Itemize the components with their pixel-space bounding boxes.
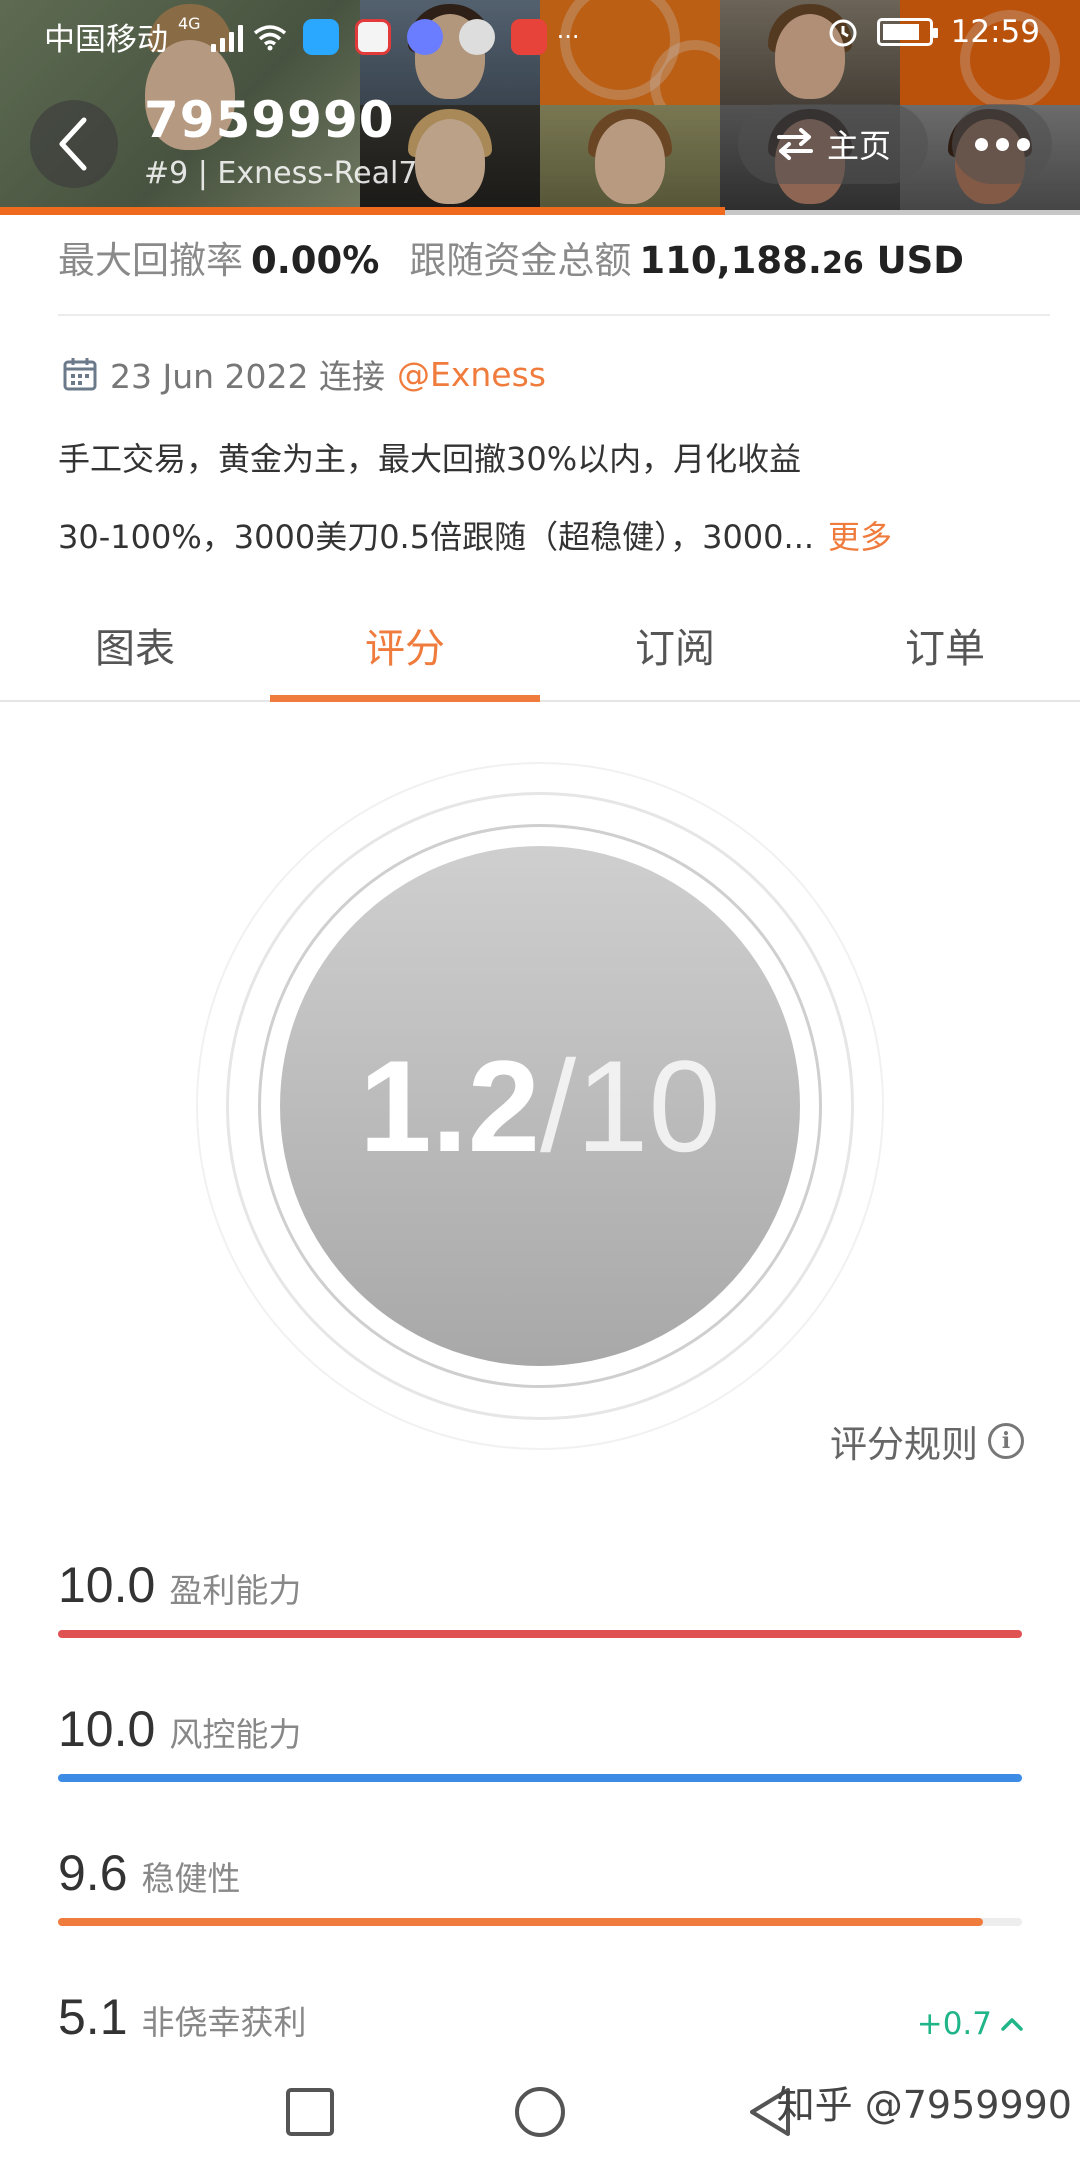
metric-fill (58, 1630, 1022, 1638)
metric-fill (58, 1918, 984, 1926)
title-block: 7959990 #9 | Exness-Real7 (144, 92, 417, 191)
stats-row: 最大回撤率 0.00% 跟随资金总额 110,188.26 USD (58, 230, 964, 284)
broker-link[interactable]: @Exness (397, 355, 546, 394)
chevron-up-icon (1001, 2018, 1023, 2031)
metric-value: 10.0 (58, 1701, 156, 1757)
signal-icon (210, 22, 243, 52)
tab-rating[interactable]: 评分 (270, 590, 540, 702)
score-circle: 1.2/10 (196, 762, 884, 1450)
calendar-icon (63, 358, 97, 391)
dot (1016, 137, 1030, 151)
status-left: 中国移动 4G ··· (44, 14, 579, 59)
metric-track (58, 1918, 1022, 1926)
home-nav-button[interactable] (512, 2084, 568, 2140)
status-bar: 中国移动 4G ··· 12:59 (0, 0, 1080, 72)
carrier-name: 中国移动 (44, 22, 168, 58)
metric-label: 非侥幸获利 (141, 2003, 307, 2042)
app-icon (354, 18, 391, 55)
home-button[interactable]: 主页 (738, 104, 928, 184)
follow-funds-value: 110,188.26 USD (639, 239, 964, 282)
more-link[interactable]: 更多 (828, 518, 892, 556)
app-icon (406, 18, 443, 55)
metric-risk-control: 10.0 风控能力 (58, 1700, 1022, 1782)
rating-rules-link[interactable]: 评分规则 i (830, 1414, 1024, 1468)
back-button[interactable] (30, 100, 118, 188)
score-change-value: +0.7 (916, 2006, 992, 2042)
strategy-description: 手工交易，黄金为主，最大回撤30%以内，月化收益 30-100%，3000美刀0… (58, 420, 1018, 576)
metric-track (58, 1774, 1022, 1782)
account-title: 7959990 (144, 91, 395, 149)
alarm-icon (829, 19, 857, 47)
divider (58, 314, 1050, 316)
tab-bar: 图表 评分 订阅 订单 (0, 590, 1080, 702)
chevron-left-icon (59, 117, 87, 171)
follow-funds-label: 跟随资金总额 (409, 239, 632, 282)
app-icon (458, 18, 495, 55)
description-line-2: 30-100%，3000美刀0.5倍跟随（超稳健），3000... 更多 (58, 498, 1018, 576)
funds-integer: 110,188. (639, 239, 822, 282)
metric-label: 稳健性 (141, 1859, 241, 1898)
metric-track (58, 1630, 1022, 1638)
metric-value: 5.1 (58, 1989, 128, 2045)
max-drawdown-label: 最大回撤率 (58, 239, 243, 282)
score-value: 1.2 (359, 1033, 540, 1179)
metric-label: 盈利能力 (169, 1571, 302, 1610)
recent-apps-button[interactable] (282, 2084, 338, 2140)
score-max: /10 (540, 1033, 721, 1179)
metric-profitability: 10.0 盈利能力 (58, 1556, 1022, 1638)
app-icon (302, 18, 339, 55)
description-line: 30-100%，3000美刀0.5倍跟随（超稳健），3000... (58, 518, 815, 556)
clock: 12:59 (950, 14, 1040, 50)
wifi-icon (253, 24, 286, 50)
metric-non-luck: 5.1 非侥幸获利 (58, 1988, 1022, 2046)
more-options-button[interactable] (952, 104, 1052, 184)
swap-icon (776, 128, 813, 160)
metric-fill (58, 1774, 1022, 1782)
info-icon: i (988, 1423, 1024, 1459)
metric-stability: 9.6 稳健性 (58, 1844, 1022, 1926)
metric-value: 10.0 (58, 1557, 156, 1613)
max-drawdown-value: 0.00% (251, 239, 380, 282)
metric-value: 9.6 (58, 1845, 128, 1901)
rating-rules-label: 评分规则 (830, 1423, 978, 1466)
dot (995, 137, 1009, 151)
network-type: 4G (178, 14, 201, 33)
header-accent-bar (0, 207, 725, 215)
profile-header: 中国移动 4G ··· 12:59 7959990 #9 | Exness-Re… (0, 0, 1080, 215)
metric-label: 风控能力 (169, 1715, 302, 1754)
home-label: 主页 (826, 127, 891, 165)
connection-info: 23 Jun 2022 连接 @Exness (62, 350, 546, 398)
score-disc: 1.2/10 (280, 846, 800, 1366)
funds-decimal: 26 (821, 246, 864, 281)
account-subtitle: #9 | Exness-Real7 (144, 156, 418, 191)
tab-chart[interactable]: 图表 (0, 590, 270, 700)
score-text: 1.2/10 (359, 1031, 720, 1181)
tab-subscribe[interactable]: 订阅 (540, 590, 810, 700)
score-change: +0.7 (917, 2006, 1024, 2042)
app-icon (510, 18, 547, 55)
status-right: 12:59 (827, 14, 1040, 50)
funds-unit: USD (876, 239, 965, 282)
battery-icon (876, 18, 938, 46)
description-line: 手工交易，黄金为主，最大回撤30%以内，月化收益 (58, 440, 802, 478)
tab-orders[interactable]: 订单 (810, 590, 1080, 700)
more-notifications-icon: ··· (556, 22, 580, 51)
watermark: 知乎 @7959990 (776, 2083, 1072, 2127)
connection-date: 23 Jun 2022 连接 (110, 357, 386, 396)
dot (974, 137, 988, 151)
